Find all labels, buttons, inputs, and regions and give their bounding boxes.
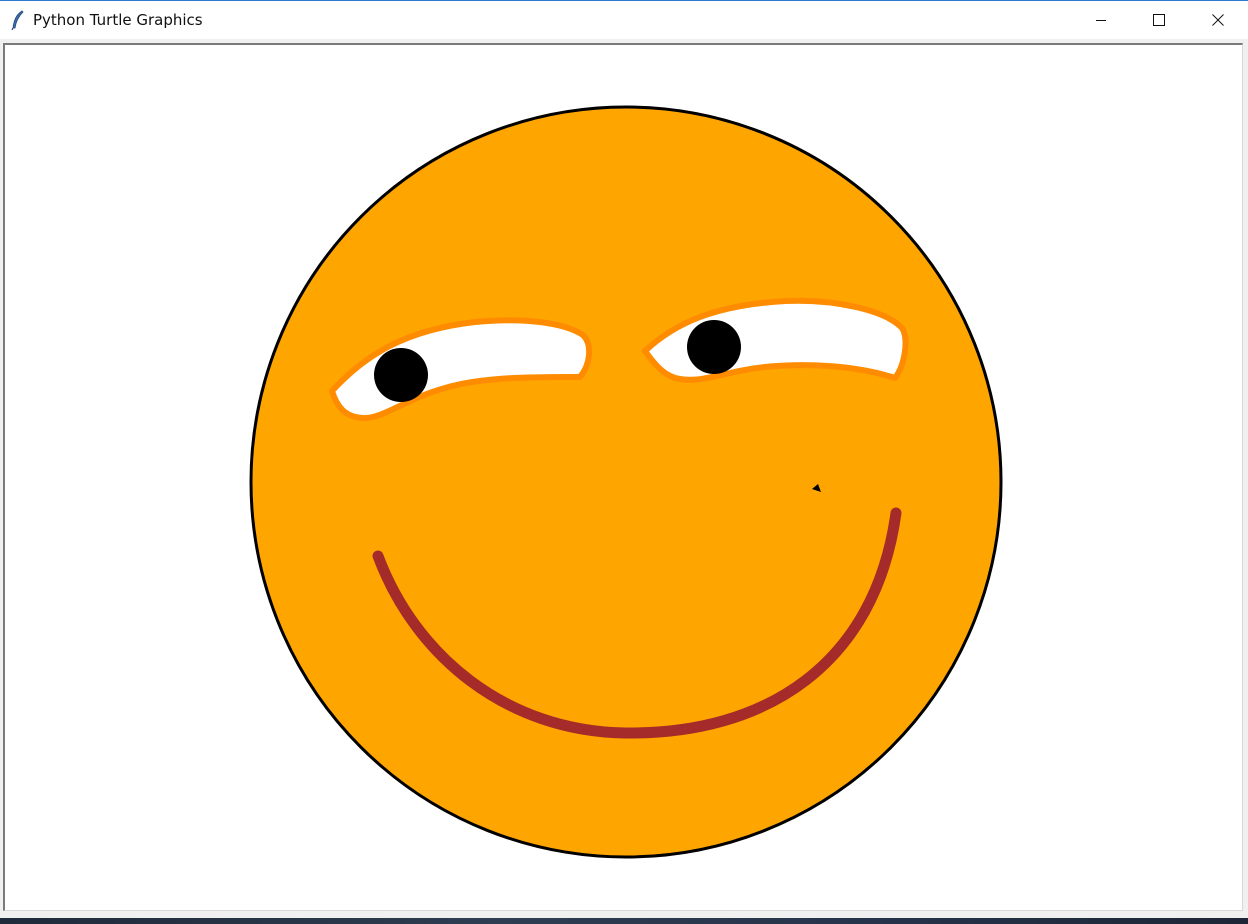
- feather-icon: [10, 10, 26, 30]
- smiley-drawing: [249, 105, 1003, 859]
- taskbar-edge: [0, 918, 1248, 924]
- face-circle: [249, 105, 1003, 859]
- close-icon: [1212, 14, 1224, 26]
- minimize-icon: [1095, 14, 1107, 26]
- maximize-icon: [1153, 14, 1165, 26]
- maximize-button[interactable]: [1130, 1, 1188, 39]
- turtle-window: Python Turtle Graphics: [0, 0, 1248, 924]
- left-pupil: [374, 348, 428, 402]
- right-pupil: [687, 320, 741, 374]
- window-title: Python Turtle Graphics: [33, 11, 203, 29]
- minimize-button[interactable]: [1072, 1, 1130, 39]
- title-bar[interactable]: Python Turtle Graphics: [0, 1, 1248, 39]
- turtle-canvas[interactable]: [3, 43, 1243, 911]
- close-button[interactable]: [1188, 1, 1248, 39]
